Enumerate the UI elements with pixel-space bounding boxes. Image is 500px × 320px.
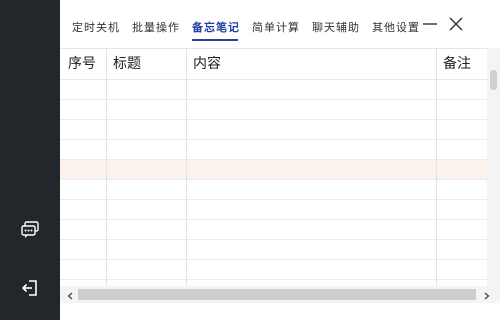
close-icon bbox=[448, 16, 464, 36]
column-header-content[interactable]: 内容 bbox=[193, 49, 221, 80]
active-tab-indicator bbox=[192, 39, 238, 41]
table-row[interactable] bbox=[60, 80, 500, 100]
chat-button[interactable] bbox=[0, 214, 60, 250]
notes-table[interactable]: 序号 标题 内容 备注 bbox=[60, 48, 500, 303]
column-header-title[interactable]: 标题 bbox=[113, 49, 141, 80]
column-divider bbox=[436, 48, 437, 303]
scroll-right-button[interactable] bbox=[480, 286, 494, 303]
table-row[interactable] bbox=[60, 200, 500, 220]
exit-button[interactable] bbox=[0, 272, 60, 308]
table-header: 序号 标题 内容 备注 bbox=[60, 48, 500, 80]
table-row[interactable] bbox=[60, 240, 500, 260]
tab-other-settings[interactable]: 其他设置 bbox=[372, 20, 420, 36]
tab-chat-assistant[interactable]: 聊天辅助 bbox=[312, 20, 360, 36]
vertical-scroll-thumb[interactable] bbox=[490, 70, 497, 90]
table-row[interactable] bbox=[60, 260, 500, 280]
column-divider bbox=[106, 48, 107, 303]
chat-icon bbox=[20, 221, 40, 243]
tab-simple-calculator[interactable]: 简单计算 bbox=[252, 20, 300, 36]
tab-batch-operations[interactable]: 批量操作 bbox=[132, 20, 180, 36]
column-divider bbox=[186, 48, 187, 303]
horizontal-scrollbar[interactable] bbox=[60, 286, 500, 303]
tab-bar: 定时关机 批量操作 备忘笔记 简单计算 聊天辅助 其他设置 bbox=[60, 0, 500, 48]
scroll-left-button[interactable] bbox=[63, 286, 77, 303]
tab-scheduled-shutdown[interactable]: 定时关机 bbox=[72, 20, 120, 36]
column-header-index[interactable]: 序号 bbox=[68, 49, 96, 80]
table-row[interactable] bbox=[60, 100, 500, 120]
table-row[interactable] bbox=[60, 220, 500, 240]
table-row[interactable] bbox=[60, 180, 500, 200]
tab-memo-notes[interactable]: 备忘笔记 bbox=[192, 20, 240, 36]
horizontal-scroll-thumb[interactable] bbox=[78, 289, 476, 300]
exit-icon bbox=[21, 279, 39, 301]
column-header-remarks[interactable]: 备注 bbox=[443, 49, 471, 80]
minimize-icon bbox=[422, 16, 438, 36]
table-row[interactable] bbox=[60, 120, 500, 140]
status-strip bbox=[60, 303, 500, 320]
vertical-scrollbar[interactable] bbox=[487, 48, 500, 303]
chevron-left-icon bbox=[67, 285, 73, 304]
minimize-button[interactable] bbox=[420, 16, 440, 36]
table-row[interactable] bbox=[60, 140, 500, 160]
table-row[interactable] bbox=[60, 160, 500, 180]
chevron-right-icon bbox=[484, 285, 490, 304]
sidebar bbox=[0, 0, 60, 320]
close-button[interactable] bbox=[446, 16, 466, 36]
